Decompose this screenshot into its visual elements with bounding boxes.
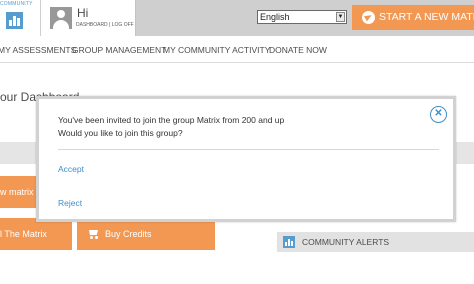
invite-line-2: Would you like to join this group? — [58, 127, 183, 138]
accept-link[interactable]: Accept — [58, 164, 84, 174]
invite-line-1: You've been invited to join the group Ma… — [58, 115, 285, 125]
dialog-divider — [58, 149, 439, 150]
invite-message: You've been invited to join the group Ma… — [58, 114, 284, 139]
close-icon[interactable]: ✕ — [430, 106, 447, 123]
reject-link[interactable]: Reject — [58, 198, 82, 208]
invite-dialog: You've been invited to join the group Ma… — [36, 96, 456, 222]
